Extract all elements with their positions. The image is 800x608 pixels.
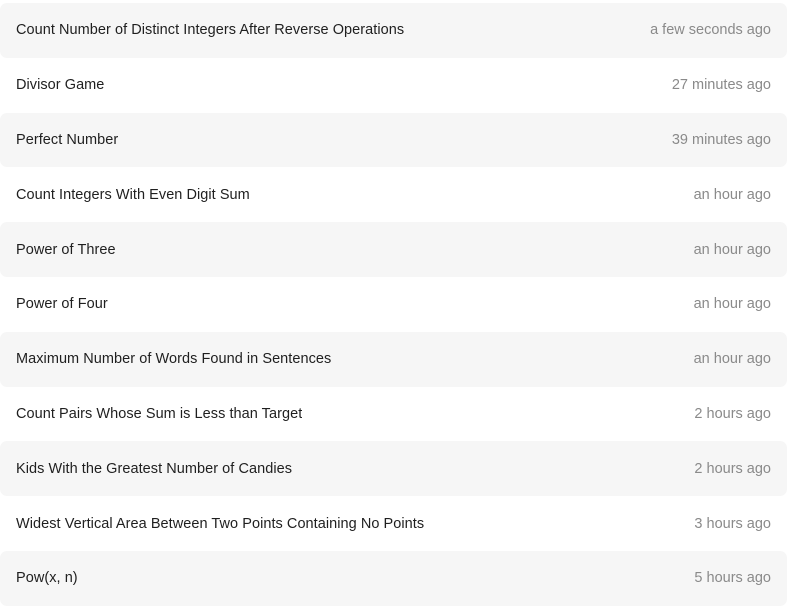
submission-time: an hour ago: [693, 186, 771, 203]
list-item[interactable]: Count Number of Distinct Integers After …: [0, 3, 787, 58]
problem-title[interactable]: Count Integers With Even Digit Sum: [16, 187, 250, 203]
problem-title[interactable]: Divisor Game: [16, 77, 104, 93]
submission-time: a few seconds ago: [650, 22, 771, 39]
submission-time: an hour ago: [693, 296, 771, 313]
list-item[interactable]: Power of Four an hour ago: [0, 276, 787, 332]
list-item[interactable]: Divisor Game 27 minutes ago: [0, 57, 787, 113]
problem-title[interactable]: Kids With the Greatest Number of Candies: [16, 461, 292, 477]
submission-time: 27 minutes ago: [671, 77, 771, 94]
list-item[interactable]: Maximum Number of Words Found in Sentenc…: [0, 331, 787, 387]
submission-time: 39 minutes ago: [671, 131, 771, 148]
list-item[interactable]: Power of Three an hour ago: [0, 222, 787, 277]
list-item[interactable]: Kids With the Greatest Number of Candies…: [0, 441, 787, 497]
problem-title[interactable]: Maximum Number of Words Found in Sentenc…: [16, 351, 331, 367]
submission-time: an hour ago: [693, 241, 771, 258]
submission-time: 3 hours ago: [694, 515, 771, 532]
problem-title[interactable]: Count Pairs Whose Sum is Less than Targe…: [16, 406, 302, 422]
problem-title[interactable]: Perfect Number: [16, 132, 118, 148]
problem-title[interactable]: Pow(x, n): [16, 570, 78, 586]
list-item[interactable]: Count Pairs Whose Sum is Less than Targe…: [0, 386, 787, 442]
problem-title[interactable]: Count Number of Distinct Integers After …: [16, 22, 404, 38]
list-item[interactable]: Count Integers With Even Digit Sum an ho…: [0, 167, 787, 223]
list-item[interactable]: Widest Vertical Area Between Two Points …: [0, 496, 787, 551]
submission-time: 5 hours ago: [694, 570, 771, 587]
recent-submissions-list: Count Number of Distinct Integers After …: [0, 0, 800, 608]
submission-time: 2 hours ago: [694, 460, 771, 477]
list-item[interactable]: Pow(x, n) 5 hours ago: [0, 550, 787, 606]
problem-title[interactable]: Power of Four: [16, 296, 108, 312]
problem-title[interactable]: Power of Three: [16, 242, 116, 258]
submission-time: 2 hours ago: [694, 405, 771, 422]
list-item[interactable]: Perfect Number 39 minutes ago: [0, 112, 787, 168]
problem-title[interactable]: Widest Vertical Area Between Two Points …: [16, 516, 424, 532]
submission-time: an hour ago: [693, 351, 771, 368]
